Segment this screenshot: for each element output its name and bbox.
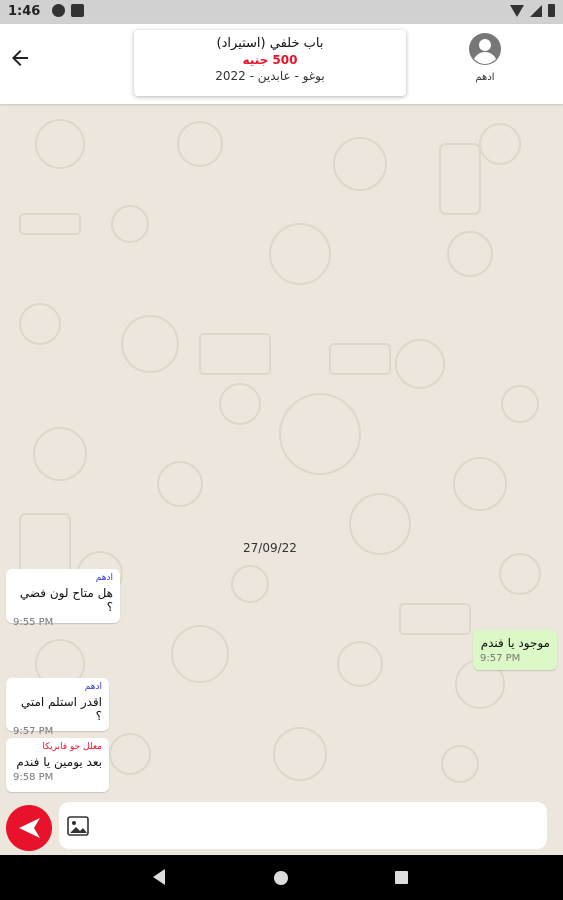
message-field	[59, 802, 547, 849]
message-time: 9:58 PM	[13, 772, 54, 783]
message-text: هل متاح لون فضي ؟	[19, 586, 113, 614]
date-separator: 27/09/22	[243, 541, 297, 555]
message-sender: ادهم	[84, 682, 102, 692]
product-title: باب خلفي (استيراد)	[216, 36, 324, 51]
product-details: بوغو - عابدين - 2022	[215, 69, 325, 83]
message-bubble[interactable]: موجود يا فندم 9:57 PM	[473, 630, 557, 670]
status-system-icons	[510, 4, 555, 17]
message-bubble[interactable]: ادهم اقدر استلم امتي ؟ 9:57 PM	[6, 678, 109, 737]
back-arrow-icon[interactable]	[8, 46, 32, 70]
message-time: 9:55 PM	[13, 617, 54, 628]
product-card[interactable]: باب خلفي (استيراد) 500 جنيه بوغو - عابدي…	[134, 30, 406, 96]
nav-recents-icon[interactable]	[395, 871, 408, 884]
message-sender: ادهم	[95, 573, 113, 583]
status-time: 1:46	[8, 4, 41, 19]
status-bar: 1:46	[0, 0, 563, 24]
user-name: ادهم	[475, 72, 495, 83]
message-sender: معلل جو فابريكا	[42, 742, 102, 752]
send-icon	[19, 818, 40, 838]
system-nav-bar	[0, 855, 563, 900]
message-time: 9:57 PM	[13, 726, 54, 737]
message-input[interactable]	[97, 810, 541, 842]
nav-back-icon[interactable]	[153, 869, 165, 885]
avatar-icon	[468, 32, 502, 66]
signal-icon	[530, 4, 542, 17]
message-text: اقدر استلم امتي ؟	[20, 695, 102, 723]
notification-icon	[52, 4, 65, 17]
chat-user[interactable]: ادهم	[465, 32, 505, 83]
send-button[interactable]	[6, 805, 52, 851]
image-attach-icon[interactable]	[67, 816, 89, 836]
status-notification-icons	[52, 4, 84, 17]
message-time: 9:57 PM	[480, 653, 521, 664]
app-notification-icon	[71, 4, 84, 17]
chat-header: باب خلفي (استيراد) 500 جنيه بوغو - عابدي…	[0, 24, 563, 104]
message-text: موجود يا فندم	[480, 636, 550, 650]
battery-icon	[548, 4, 555, 17]
nav-home-icon[interactable]	[274, 871, 288, 885]
message-text: بعد يومين يا فندم	[16, 755, 102, 769]
composer-bar	[0, 800, 563, 855]
message-bubble[interactable]: ادهم هل متاح لون فضي ؟ 9:55 PM	[6, 569, 120, 628]
message-bubble[interactable]: معلل جو فابريكا بعد يومين يا فندم 9:58 P…	[6, 738, 109, 792]
product-price: 500 جنيه	[242, 53, 298, 67]
chat-area[interactable]: 27/09/22 ادهم هل متاح لون فضي ؟ 9:55 PM …	[0, 104, 563, 800]
wifi-icon	[510, 4, 524, 17]
